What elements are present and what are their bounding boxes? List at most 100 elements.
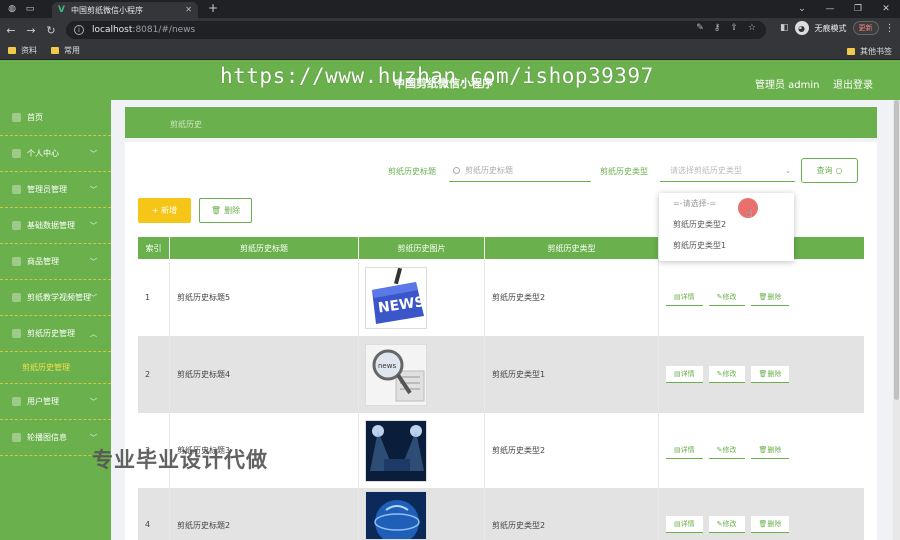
sidebar-item-label: 用户管理 (27, 397, 59, 406)
detail-button[interactable]: ▤ 详情 (666, 516, 703, 533)
sidebar-item-personal[interactable]: 个人中心 ﹀ (0, 136, 111, 172)
bookmark-folder[interactable]: 常用 (51, 45, 80, 56)
tab-title: 中国剪纸微信小程序 (70, 5, 143, 15)
type-select[interactable]: 请选择剪纸历史类型 ⌄ (660, 160, 795, 182)
column-header[interactable]: 剪纸历史标题 (170, 237, 359, 259)
back-icon[interactable]: ← (2, 24, 20, 37)
title-search-input[interactable]: 剪纸历史标题 (449, 160, 591, 182)
folder-icon (8, 47, 16, 54)
image-cell: news (359, 336, 485, 413)
table-row: 1 剪纸历史标题5 NEWS 剪纸历史类型2 ▤ 详情 ✎ 修改 🗑 删除 (138, 259, 864, 336)
news-stage-image[interactable] (365, 419, 427, 482)
bookmarks-bar: 资料 常用 其他书签 (0, 42, 900, 60)
query-button[interactable]: 查询 ○ (801, 158, 858, 183)
reload-icon[interactable]: ↻ (42, 24, 60, 37)
detail-button[interactable]: ▤ 详情 (666, 442, 703, 459)
minimize-icon[interactable]: — (816, 0, 844, 18)
sidebar-item-label: 管理员管理 (27, 185, 67, 194)
browser-tab-bar: ◍ ▭ V 中国剪纸微信小程序 ✕ + ⌄ — ❐ ✕ (0, 0, 900, 18)
sidebar-item-label: 剪纸历史管理 (27, 329, 75, 338)
sidebar-item-goods[interactable]: 商品管理 ﹀ (0, 244, 111, 280)
column-header[interactable]: 剪纸历史图片 (359, 237, 485, 259)
detail-label: 详情 (680, 520, 695, 528)
history-icon (12, 329, 21, 338)
type-dropdown-menu: =-请选择-= 剪纸历史类型2 剪纸历史类型1 (659, 193, 794, 261)
dropdown-option[interactable]: 剪纸历史类型1 (659, 235, 794, 256)
delete-button[interactable]: 🗑 删除 (750, 366, 790, 383)
star-icon[interactable]: ☆ (748, 23, 756, 33)
detail-label: 详情 (680, 370, 695, 378)
translate-icon[interactable]: ✎ (696, 23, 704, 33)
delete-label: 删除 (767, 293, 782, 301)
delete-button[interactable]: 🗑 删除 (750, 289, 790, 306)
close-window-icon[interactable]: ✕ (872, 0, 900, 18)
actions-cell: ▤ 详情 ✎ 修改 🗑 删除 (659, 259, 864, 336)
detail-button[interactable]: ▤ 详情 (666, 366, 703, 383)
dropdown-option[interactable]: 剪纸历史类型2 (659, 214, 794, 235)
column-header[interactable]: 索引 (138, 237, 170, 259)
delete-button[interactable]: 🗑 删除 (750, 442, 790, 459)
detail-label: 详情 (680, 293, 695, 301)
incognito-icon[interactable]: ◕ (794, 21, 809, 35)
sidebar-subitem-history[interactable]: 剪纸历史管理 (0, 352, 111, 384)
column-header[interactable]: 剪纸历史类型 (485, 237, 659, 259)
data-icon (12, 221, 21, 230)
edit-button[interactable]: ✎ 修改 (708, 442, 745, 459)
folder-icon (51, 47, 59, 54)
sidebar-item-basic-data[interactable]: 基础数据管理 ﹀ (0, 208, 111, 244)
other-bookmarks[interactable]: 其他书签 (847, 46, 892, 57)
edit-button[interactable]: ✎ 修改 (708, 289, 745, 306)
image-cell: NEWS (359, 259, 485, 336)
browser-tab[interactable]: V 中国剪纸微信小程序 ✕ (52, 2, 198, 18)
batch-delete-button[interactable]: 🗑 删除 (199, 198, 252, 223)
page-scrollbar[interactable] (893, 100, 900, 540)
breadcrumb[interactable]: 剪纸历史 (170, 119, 202, 130)
title-cell: 剪纸历史标题4 (170, 336, 359, 413)
chevron-down-icon: ﹀ (90, 150, 97, 158)
image-cell (359, 488, 485, 540)
sidebar-item-users[interactable]: 用户管理 ﹀ (0, 384, 111, 420)
tab-search-icon[interactable]: ⌄ (788, 0, 816, 18)
add-button[interactable]: + 新增 (138, 198, 191, 223)
sidebar-item-label: 剪纸教学视频管理 (27, 293, 91, 302)
trash-icon: 🗑 (210, 206, 222, 215)
key-icon[interactable]: ⚷ (714, 23, 721, 33)
dropdown-option[interactable]: =-请选择-= (659, 193, 794, 214)
bookmark-folder[interactable]: 资料 (8, 45, 37, 56)
sidebar-item-label: 首页 (27, 113, 43, 122)
edit-button[interactable]: ✎ 修改 (708, 366, 745, 383)
logout-link[interactable]: 退出登录 (833, 76, 873, 91)
detail-button[interactable]: ▤ 详情 (666, 289, 703, 306)
admin-icon (12, 185, 21, 194)
share-icon[interactable]: ⇪ (730, 23, 738, 33)
search-icon (453, 167, 460, 174)
news-magnifier-image[interactable]: news (365, 343, 427, 406)
image-icon (12, 433, 21, 442)
sidebar-item-home[interactable]: 首页 (0, 100, 111, 136)
news-keyboard-image[interactable]: NEWS (365, 266, 427, 329)
news-globe-image[interactable] (365, 491, 427, 540)
index-cell: 1 (138, 259, 170, 336)
url-path: :8081/#/news (132, 25, 196, 35)
edit-button[interactable]: ✎ 修改 (708, 516, 745, 533)
update-button[interactable]: 更新 (852, 21, 879, 35)
sidebar-item-label: 轮播图信息 (27, 433, 67, 442)
restore-icon[interactable]: ❐ (844, 0, 872, 18)
menu-icon[interactable]: ⋮ (885, 23, 895, 34)
new-tab-icon[interactable]: + (208, 1, 218, 15)
users-icon (12, 397, 21, 406)
other-bookmarks-label: 其他书签 (860, 47, 892, 56)
window-icon[interactable]: ▭ (24, 3, 36, 15)
close-tab-icon[interactable]: ✕ (185, 5, 192, 14)
sidebar-item-video[interactable]: 剪纸教学视频管理 ﹀ (0, 280, 111, 316)
globe-icon[interactable]: ◍ (6, 3, 18, 15)
url-field[interactable]: i localhost:8081/#/news ✎ ⚷ ⇪ ☆ (66, 21, 766, 39)
sidebar-item-admin[interactable]: 管理员管理 ﹀ (0, 172, 111, 208)
scrollbar-thumb[interactable] (894, 100, 899, 400)
info-icon[interactable]: i (74, 25, 84, 35)
chevron-down-icon: ﹀ (90, 186, 97, 194)
sidebar-toggle-icon[interactable]: ◧ (780, 23, 789, 33)
delete-button[interactable]: 🗑 删除 (750, 516, 790, 533)
forward-icon[interactable]: → (22, 24, 40, 37)
sidebar-item-history[interactable]: 剪纸历史管理 ︿ (0, 316, 111, 352)
